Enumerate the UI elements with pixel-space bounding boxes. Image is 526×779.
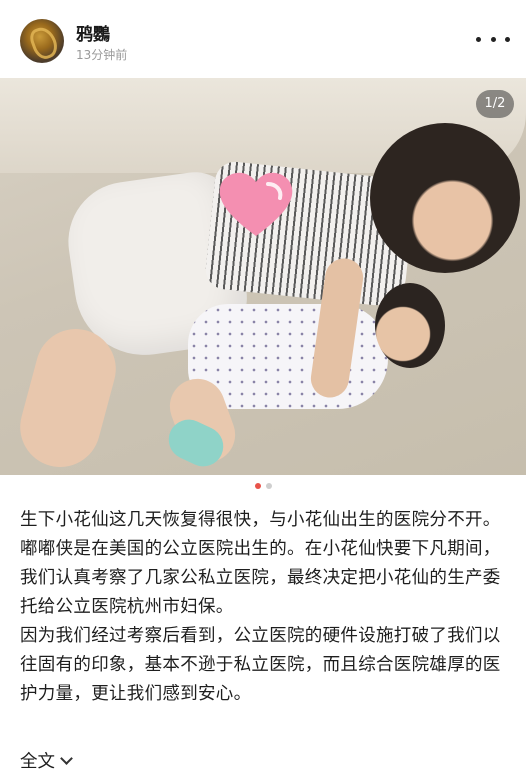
child-head xyxy=(370,123,520,273)
heart-sticker-icon xyxy=(219,172,293,236)
more-dot xyxy=(476,36,481,42)
post-paragraph: 生下小花仙这几天恢复得很快，与小花仙出生的医院分不开。 xyxy=(20,510,501,530)
post-photo[interactable]: 1/2 xyxy=(0,78,526,475)
expand-fulltext-button[interactable]: 全文 xyxy=(20,748,73,773)
carousel-indicator xyxy=(0,483,526,493)
expand-label: 全文 xyxy=(20,752,55,772)
username[interactable]: 鸦鸚 xyxy=(76,20,110,45)
more-dot xyxy=(490,36,496,42)
post-timestamp: 13分钟前 xyxy=(76,48,128,62)
carousel-dot-active[interactable] xyxy=(254,483,261,489)
post-paragraph: 因为我们经过考察后看到，公立医院的硬件设施打破了我们以往固有的印象，基本不逊于私… xyxy=(20,626,501,704)
chevron-down-icon xyxy=(60,752,73,765)
carousel-dot[interactable] xyxy=(265,483,272,489)
more-dot xyxy=(505,36,510,42)
more-options-icon[interactable] xyxy=(476,28,510,50)
avatar[interactable] xyxy=(20,19,64,63)
post-paragraph: 嘟嘟侠是在美国的公立医院出生的。在小花仙快要下凡期间，我们认真考察了几家公私立医… xyxy=(20,539,501,617)
baby-head xyxy=(375,283,445,368)
post-header: 鸦鸚 13分钟前 xyxy=(0,0,526,78)
image-counter: 1/2 xyxy=(476,90,514,118)
post-text: 生下小花仙这几天恢复得很快，与小花仙出生的医院分不开。 嘟嘟侠是在美国的公立医院… xyxy=(20,506,512,709)
